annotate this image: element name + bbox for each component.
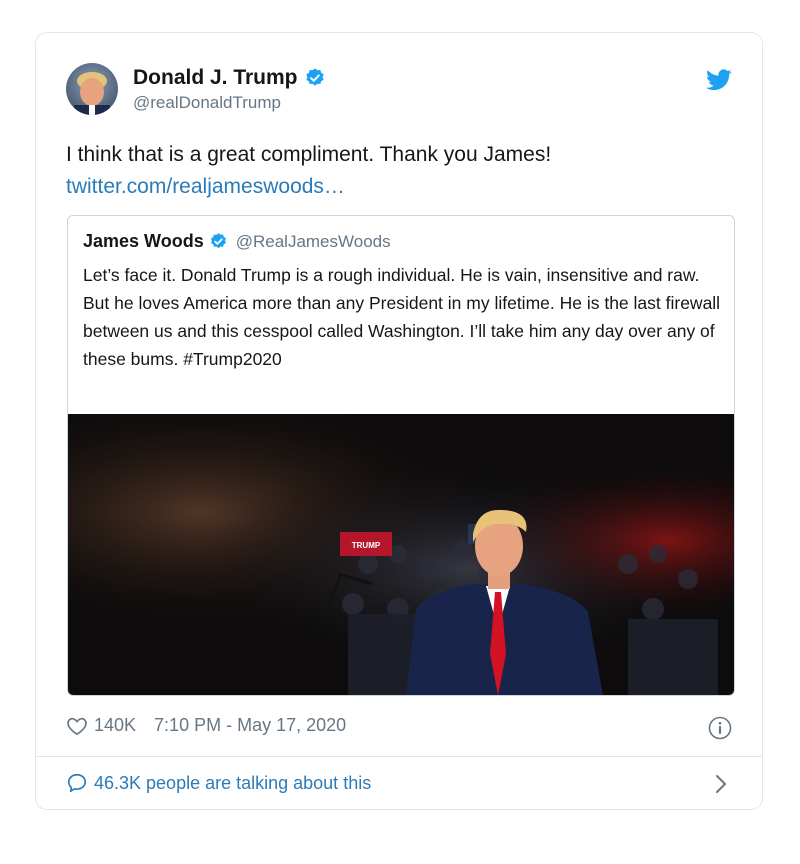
- conversation-count: 46.3K people are talking about this: [94, 772, 372, 793]
- author-row: Donald J. Trump: [133, 66, 326, 90]
- author-name[interactable]: Donald J. Trump: [133, 66, 298, 90]
- author-handle[interactable]: @realDonaldTrump: [133, 93, 281, 113]
- divider: [36, 756, 762, 757]
- avatar[interactable]: [66, 63, 118, 115]
- heart-icon[interactable]: [66, 716, 88, 736]
- verified-badge-icon: [210, 233, 226, 249]
- quoted-author-row: James Woods @RealJamesWoods: [83, 231, 391, 252]
- tweet-body: I think that is a great compliment. Than…: [66, 143, 552, 166]
- quoted-author-name: James Woods: [83, 231, 204, 251]
- embedded-tweet-card: Donald J. Trump @realDonaldTrump I think…: [35, 32, 763, 810]
- tweet-text: I think that is a great compliment. Than…: [66, 139, 726, 203]
- quoted-tweet[interactable]: James Woods @RealJamesWoods Let’s face i…: [67, 215, 735, 696]
- info-icon[interactable]: [708, 716, 732, 740]
- conversation-link[interactable]: 46.3K people are talking about this: [66, 772, 371, 794]
- twitter-bird-icon[interactable]: [706, 69, 732, 91]
- rally-sign-text: TRUMP: [352, 541, 381, 550]
- speech-bubble-icon: [67, 773, 87, 793]
- tweet-meta: 140K 7:10 PM - May 17, 2020: [66, 715, 346, 736]
- quoted-tweet-photo[interactable]: TRUMP: [68, 414, 734, 695]
- verified-badge-icon: [305, 68, 324, 86]
- tweet-link[interactable]: twitter.com/realjameswoods…: [66, 171, 726, 203]
- quoted-author-handle: @RealJamesWoods: [235, 231, 391, 251]
- chevron-right-icon[interactable]: [714, 773, 728, 795]
- quoted-tweet-text: Let’s face it. Donald Trump is a rough i…: [83, 265, 721, 369]
- tweet-timestamp[interactable]: 7:10 PM - May 17, 2020: [154, 715, 346, 736]
- like-count[interactable]: 140K: [94, 715, 136, 736]
